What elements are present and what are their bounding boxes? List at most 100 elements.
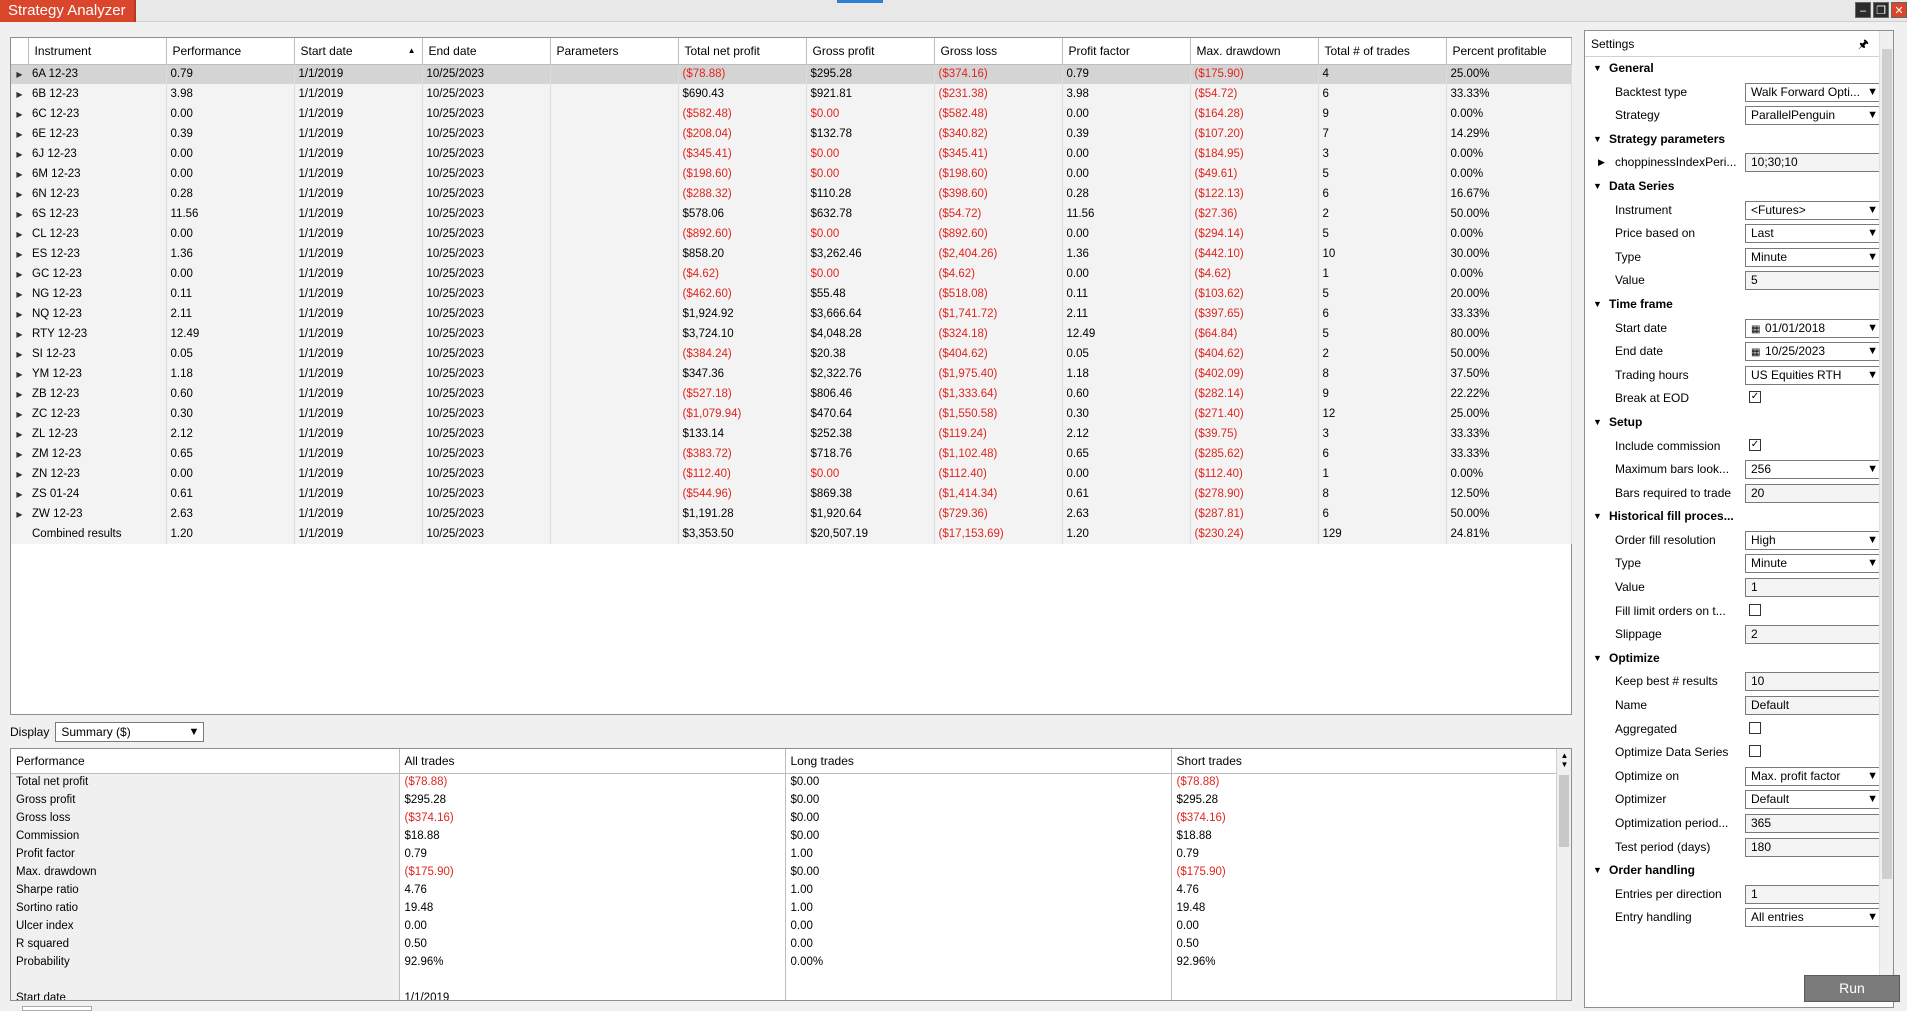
settings-scrollbar[interactable] — [1879, 31, 1893, 1001]
collapse-icon[interactable]: ▼ — [1593, 859, 1602, 883]
table-row[interactable]: ▶ 6N 12-23 0.28 1/1/2019 10/25/2023 ($288.32)… — [11, 184, 1572, 204]
property-checkbox[interactable]: ✓ — [1749, 438, 1761, 451]
property-dropdown[interactable]: Walk Forward Opti... ▼ — [1745, 82, 1883, 102]
collapse-icon[interactable]: ▼ — [1593, 505, 1602, 529]
settings-category[interactable]: ▼ Historical fill proces... — [1585, 505, 1893, 529]
settings-category[interactable]: ▼ Optimize — [1585, 647, 1893, 671]
property-checkbox[interactable] — [1749, 745, 1761, 758]
column-header[interactable]: Gross loss — [934, 38, 1063, 65]
settings-category[interactable]: ▼ Data Series — [1585, 175, 1893, 199]
table-row[interactable]: ▶ CL 12-23 0.00 1/1/2019 10/25/2023 ($892.60)… — [11, 224, 1572, 244]
expand-icon[interactable]: ▶ — [11, 404, 28, 424]
expand-icon[interactable]: ▶ — [11, 364, 28, 384]
scroll-thumb[interactable] — [1559, 775, 1569, 847]
expand-icon[interactable]: ▶ — [11, 424, 28, 444]
property-dropdown[interactable]: US Equities RTH ▼ — [1745, 365, 1883, 385]
column-header[interactable]: Total # of trades — [1318, 38, 1447, 65]
property-dropdown[interactable]: All entries ▼ — [1745, 908, 1883, 928]
property-input[interactable]: 1 — [1745, 884, 1883, 904]
expand-icon[interactable]: ▶ — [11, 284, 28, 304]
summary-column-header[interactable]: Long trades — [785, 749, 1172, 774]
table-row[interactable]: ▶ 6B 12-23 3.98 1/1/2019 10/25/2023 $690.43 $9… — [11, 84, 1572, 104]
run-button[interactable]: Run — [1804, 975, 1900, 1002]
expand-icon[interactable]: ▶ — [11, 304, 28, 324]
summary-column-header[interactable]: Performance — [11, 749, 400, 774]
calendar-icon[interactable]: ▦ — [1751, 344, 1761, 360]
column-header[interactable]: Percent profitable — [1446, 38, 1572, 65]
property-dropdown[interactable]: Minute ▼ — [1745, 247, 1883, 267]
settings-category[interactable]: ▼ Order handling — [1585, 859, 1893, 883]
table-row[interactable]: ▶ GC 12-23 0.00 1/1/2019 10/25/2023 ($4.62) $0… — [11, 264, 1572, 284]
property-input[interactable]: 5 — [1745, 271, 1883, 291]
expand-icon[interactable]: ▶ — [11, 484, 28, 504]
table-row[interactable]: ▶ 6M 12-23 0.00 1/1/2019 10/25/2023 ($198.60)… — [11, 164, 1572, 184]
date-picker[interactable]: ▦ 10/25/2023 ▼ — [1745, 342, 1883, 362]
summary-column-header[interactable]: All trades — [399, 749, 786, 774]
property-dropdown[interactable]: ParallelPenguin ▼ — [1745, 106, 1883, 126]
expand-icon[interactable]: ▶ — [11, 184, 28, 204]
property-input[interactable]: 10;30;10 — [1745, 153, 1883, 173]
property-input[interactable]: 1 — [1745, 578, 1883, 598]
table-row[interactable]: ▶ NG 12-23 0.11 1/1/2019 10/25/2023 ($462.60)… — [11, 284, 1572, 304]
property-dropdown[interactable]: <Futures> ▼ — [1745, 200, 1883, 220]
expand-icon[interactable]: ▶ — [11, 244, 28, 264]
property-input[interactable]: 365 — [1745, 814, 1883, 833]
bottom-tab[interactable] — [22, 1006, 92, 1011]
property-input[interactable]: 10 — [1745, 672, 1883, 692]
table-row[interactable]: ▶ ES 12-23 1.36 1/1/2019 10/25/2023 $858.20 $3… — [11, 244, 1572, 264]
date-picker[interactable]: ▦ 01/01/2018 ▼ — [1745, 318, 1883, 338]
expand-icon[interactable]: ▶ — [11, 444, 28, 464]
table-row[interactable]: ▶ 6J 12-23 0.00 1/1/2019 10/25/2023 ($345.41)… — [11, 144, 1572, 164]
property-dropdown[interactable]: High ▼ — [1745, 530, 1883, 550]
property-dropdown[interactable]: Max. profit factor ▼ — [1745, 766, 1883, 786]
expand-icon[interactable]: ▶ — [11, 264, 28, 284]
expand-icon[interactable]: ▶ — [11, 104, 28, 124]
collapse-icon[interactable]: ▼ — [1593, 57, 1602, 81]
column-header[interactable]: Performance — [166, 38, 295, 65]
table-row[interactable]: ▶ ZW 12-23 2.63 1/1/2019 10/25/2023 $1,191.28… — [11, 504, 1572, 524]
settings-category[interactable]: ▼ Setup — [1585, 411, 1893, 435]
collapse-icon[interactable]: ▼ — [1593, 128, 1602, 152]
property-checkbox[interactable] — [1749, 721, 1761, 734]
property-dropdown[interactable]: Last ▼ — [1745, 224, 1883, 244]
settings-category[interactable]: ▼ Strategy parameters — [1585, 128, 1893, 152]
table-row[interactable]: ▶ NQ 12-23 2.11 1/1/2019 10/25/2023 $1,924.92… — [11, 304, 1572, 324]
expand-icon[interactable]: ▶ — [11, 124, 28, 144]
table-row[interactable]: ▶ ZC 12-23 0.30 1/1/2019 10/25/2023 ($1,079.9… — [11, 404, 1572, 424]
expand-icon[interactable]: ▶ — [11, 84, 28, 104]
expand-icon[interactable]: ▶ — [11, 464, 28, 484]
collapse-icon[interactable]: ▼ — [1593, 411, 1602, 435]
table-row[interactable]: ▶ ZS 01-24 0.61 1/1/2019 10/25/2023 ($544.96)… — [11, 484, 1572, 504]
settings-category[interactable]: ▼ General — [1585, 57, 1893, 81]
column-header[interactable]: Profit factor — [1062, 38, 1191, 65]
settings-category[interactable]: ▼ Time frame — [1585, 293, 1893, 317]
table-row[interactable]: ▶ SI 12-23 0.05 1/1/2019 10/25/2023 ($384.24)… — [11, 344, 1572, 364]
combined-results-row[interactable]: Combined results 1.20 1/1/2019 10/25/2023 $3… — [11, 524, 1572, 544]
property-dropdown[interactable]: Minute ▼ — [1745, 554, 1883, 574]
table-row[interactable]: ▶ YM 12-23 1.18 1/1/2019 10/25/2023 $347.36 $2… — [11, 364, 1572, 384]
scroll-up-icon[interactable]: ▲ — [1557, 751, 1571, 760]
property-checkbox[interactable]: ✓ — [1749, 391, 1761, 404]
property-dropdown[interactable]: 256 ▼ — [1745, 460, 1883, 480]
column-header[interactable]: Gross profit — [806, 38, 935, 65]
table-row[interactable]: ▶ 6S 12-23 11.56 1/1/2019 10/25/2023 $578.06 $… — [11, 204, 1572, 224]
column-header[interactable]: Max. drawdown — [1190, 38, 1319, 65]
property-input[interactable]: Default — [1745, 696, 1883, 716]
property-checkbox[interactable] — [1749, 603, 1761, 616]
expand-icon[interactable]: ▶ — [11, 224, 28, 244]
scroll-down-icon[interactable]: ▼ — [1557, 760, 1571, 769]
property-input[interactable]: 20 — [1745, 483, 1883, 503]
expand-icon[interactable]: ▶ — [11, 384, 28, 404]
property-input[interactable]: 2 — [1745, 625, 1883, 645]
expand-icon[interactable]: ▶ — [11, 344, 28, 364]
expand-icon[interactable]: ▶ — [11, 164, 28, 184]
display-dropdown[interactable]: Summary ($) ▼ — [55, 722, 205, 742]
table-row[interactable]: ▶ RTY 12-23 12.49 1/1/2019 10/25/2023 $3,724.… — [11, 324, 1572, 344]
column-header[interactable]: Start date ▲ — [294, 38, 423, 65]
expand-icon[interactable]: ▶ — [11, 204, 28, 224]
column-header[interactable]: Parameters — [550, 38, 679, 65]
expand-icon[interactable]: ▶ — [11, 64, 28, 84]
collapse-icon[interactable]: ▼ — [1593, 175, 1602, 199]
collapse-icon[interactable]: ▼ — [1593, 293, 1602, 317]
table-row[interactable]: ▶ 6C 12-23 0.00 1/1/2019 10/25/2023 ($582.48)… — [11, 104, 1572, 124]
